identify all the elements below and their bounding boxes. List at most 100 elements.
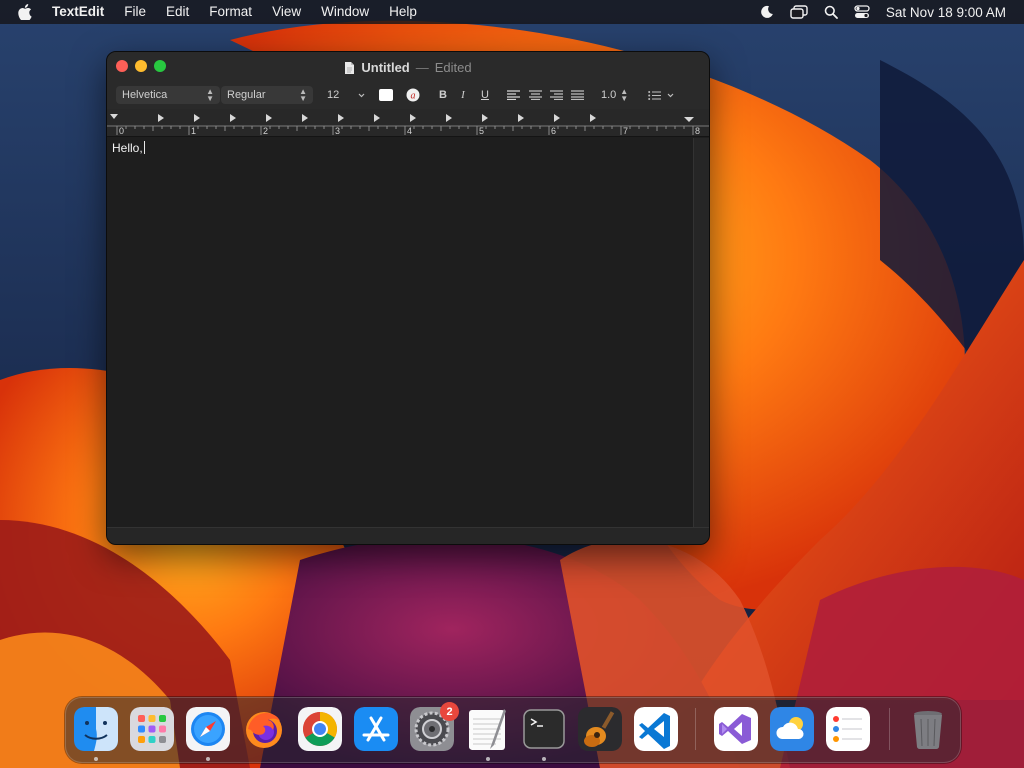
tab-stop-marker[interactable] bbox=[374, 114, 380, 122]
font-style-popup[interactable]: Regular ▲ ▼ bbox=[221, 86, 313, 104]
line-spacing-popup[interactable]: 1.0 ▲ ▼ bbox=[601, 86, 628, 104]
vertical-scrollbar[interactable] bbox=[693, 138, 709, 527]
dock-weather[interactable] bbox=[770, 707, 814, 751]
tab-stop-marker[interactable] bbox=[194, 114, 200, 122]
dock-visual-studio[interactable] bbox=[714, 707, 758, 751]
left-indent-marker[interactable] bbox=[110, 114, 118, 119]
ruler-label: 3 bbox=[335, 126, 340, 136]
weather-icon bbox=[770, 707, 814, 751]
list-bullets-popup[interactable] bbox=[648, 86, 674, 104]
dock-chrome[interactable] bbox=[298, 707, 342, 751]
ruler-label: 1 bbox=[191, 126, 196, 136]
window-title: Untitled — Edited bbox=[107, 52, 709, 83]
document-text: Hello, bbox=[112, 141, 143, 155]
document-text-line[interactable]: Hello, bbox=[112, 141, 145, 155]
right-indent-marker[interactable] bbox=[684, 117, 694, 122]
menu-clock[interactable]: Sat Nov 18 9:00 AM bbox=[886, 5, 1006, 20]
tab-stop-marker[interactable] bbox=[338, 114, 344, 122]
dock-separator bbox=[889, 708, 890, 750]
menu-format[interactable]: Format bbox=[199, 0, 262, 24]
text-color-swatch bbox=[379, 89, 393, 101]
screen-mirroring-icon[interactable] bbox=[790, 5, 808, 19]
ruler-label: 0 bbox=[119, 126, 124, 136]
dock-textedit[interactable] bbox=[466, 707, 510, 751]
tab-stop-marker[interactable] bbox=[446, 114, 452, 122]
visual-studio-icon bbox=[714, 707, 758, 751]
text-color-well[interactable] bbox=[379, 86, 393, 104]
dock-terminal[interactable] bbox=[522, 707, 566, 751]
tab-stop-marker[interactable] bbox=[518, 114, 524, 122]
align-right-icon bbox=[550, 90, 563, 100]
menu-view[interactable]: View bbox=[262, 0, 311, 24]
notification-badge: 2 bbox=[440, 702, 459, 721]
ruler[interactable]: 0 1 2 3 4 5 6 7 8 bbox=[107, 109, 709, 137]
app-store-icon bbox=[354, 707, 398, 751]
menu-edit[interactable]: Edit bbox=[156, 0, 199, 24]
running-indicator bbox=[206, 757, 210, 761]
align-center-icon bbox=[529, 90, 542, 100]
apple-menu-icon[interactable] bbox=[18, 3, 34, 21]
horizontal-scrollbar[interactable] bbox=[107, 527, 709, 544]
menu-bar: TextEdit File Edit Format View Window He… bbox=[0, 0, 1024, 24]
dock-reminders[interactable] bbox=[826, 707, 870, 751]
dock: 2 bbox=[65, 697, 961, 763]
align-left-button[interactable] bbox=[507, 86, 520, 104]
tab-stop-marker[interactable] bbox=[482, 114, 488, 122]
underline-button[interactable]: U bbox=[477, 86, 493, 104]
align-right-button[interactable] bbox=[550, 86, 563, 104]
dock-finder[interactable] bbox=[74, 707, 118, 751]
title-bar[interactable]: Untitled — Edited bbox=[107, 52, 709, 83]
bold-button[interactable]: B bbox=[435, 86, 451, 104]
align-center-button[interactable] bbox=[529, 86, 542, 104]
tab-stop-marker[interactable] bbox=[266, 114, 272, 122]
launchpad-icon bbox=[130, 707, 174, 751]
dock-app-store[interactable] bbox=[354, 707, 398, 751]
menu-app-name[interactable]: TextEdit bbox=[42, 0, 114, 24]
dock-safari[interactable] bbox=[186, 707, 230, 751]
chevron-down-icon bbox=[358, 93, 365, 97]
tab-stop-marker[interactable] bbox=[230, 114, 236, 122]
guitar-icon bbox=[578, 707, 622, 751]
tab-stop-marker[interactable] bbox=[158, 114, 164, 122]
spotlight-search-icon[interactable] bbox=[824, 5, 838, 19]
justify-button[interactable] bbox=[571, 86, 584, 104]
running-indicator bbox=[542, 757, 546, 761]
safari-icon bbox=[186, 707, 230, 751]
font-size-combo[interactable]: 12 bbox=[327, 86, 365, 104]
tab-stop-marker[interactable] bbox=[302, 114, 308, 122]
running-indicator bbox=[486, 757, 490, 761]
dock-trash[interactable] bbox=[906, 707, 950, 751]
font-family-popup[interactable]: Helvetica ▲ ▼ bbox=[116, 86, 220, 104]
reminders-icon bbox=[826, 707, 870, 751]
edited-status: Edited bbox=[434, 60, 472, 75]
ruler-label: 5 bbox=[479, 126, 484, 136]
moon-icon[interactable] bbox=[760, 5, 774, 19]
finder-icon bbox=[74, 707, 118, 751]
control-center-icon[interactable] bbox=[854, 5, 870, 19]
svg-text:a: a bbox=[411, 91, 416, 102]
ruler-label: 8 bbox=[695, 126, 700, 136]
tab-stop-marker[interactable] bbox=[410, 114, 416, 122]
textedit-window: Untitled — Edited Helvetica ▲ ▼ Regular ▲… bbox=[106, 51, 710, 545]
list-bullets-icon bbox=[648, 90, 661, 100]
menu-window[interactable]: Window bbox=[311, 0, 379, 24]
menu-file[interactable]: File bbox=[114, 0, 156, 24]
tab-stop-marker[interactable] bbox=[590, 114, 596, 122]
font-size-value: 12 bbox=[327, 89, 340, 101]
dock-launchpad[interactable] bbox=[130, 707, 174, 751]
highlight-color-icon: a bbox=[406, 88, 420, 102]
dock-firefox[interactable] bbox=[242, 707, 286, 751]
dock-garageband[interactable] bbox=[578, 707, 622, 751]
highlight-color-button[interactable]: a bbox=[405, 86, 421, 104]
dock-vscode[interactable] bbox=[634, 707, 678, 751]
popup-arrows-icon: ▲ ▼ bbox=[620, 87, 629, 103]
italic-button[interactable]: I bbox=[455, 86, 471, 104]
document-proxy-icon[interactable] bbox=[344, 61, 355, 75]
tab-stop-marker[interactable] bbox=[554, 114, 560, 122]
vscode-icon bbox=[634, 707, 678, 751]
ruler-scale: 0 1 2 3 4 5 6 7 8 bbox=[107, 114, 709, 136]
dock-separator bbox=[695, 708, 696, 750]
document-title: Untitled bbox=[361, 60, 410, 75]
text-editor[interactable]: Hello, bbox=[107, 138, 692, 527]
menu-help[interactable]: Help bbox=[379, 0, 427, 24]
